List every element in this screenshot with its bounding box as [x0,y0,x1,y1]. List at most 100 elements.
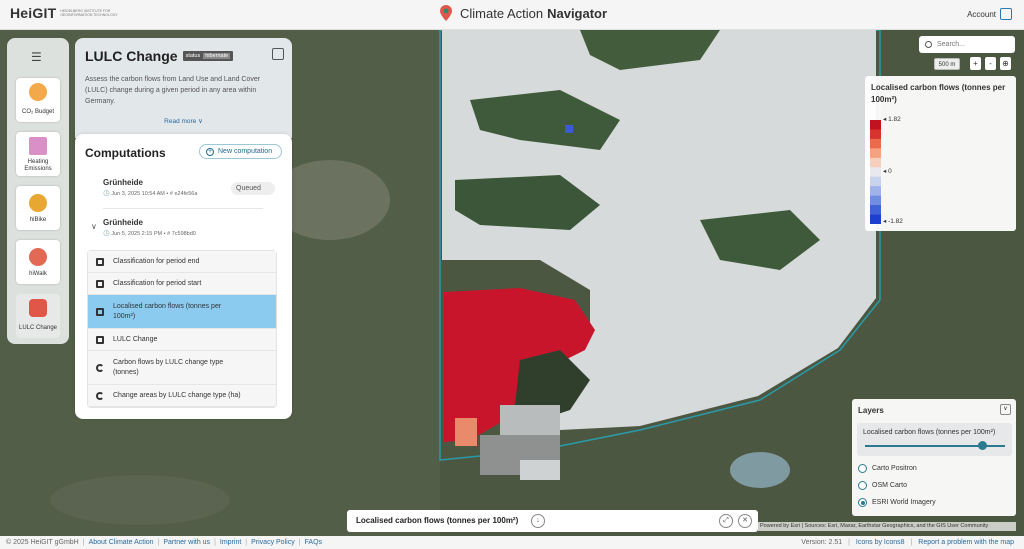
heigit-logo[interactable]: HeiGIT HEIDELBERG INSTITUTE FOR GEOINFOR… [10,5,120,21]
opacity-slider-handle[interactable] [978,441,987,450]
legend-color-step [870,138,881,149]
separator: | [157,539,160,546]
legend-color-step [870,195,881,206]
rail-item-label: LULC Change [18,325,58,331]
icons-credit-link[interactable]: Icons by Icons8 [856,539,905,546]
basemap-label: ESRI World Imagery [872,499,936,506]
app-footer: © 2025 HeiGIT gGmbH | About Climate Acti… [0,536,1024,549]
footer-link-imprint[interactable]: Imprint [220,539,241,546]
chevron-down-icon[interactable]: ∨ [1000,404,1011,415]
image-icon [96,257,104,266]
plus-icon: + [206,147,214,156]
divider [103,208,263,209]
image-icon [96,335,104,344]
close-icon[interactable]: ✕ [738,514,752,528]
result-item[interactable]: Classification for period end [88,251,276,273]
globe-icon[interactable]: ⊕ [1000,57,1011,70]
user-icon [1000,8,1012,20]
basemap-option-carto-positron[interactable]: Carto Positron [858,464,917,473]
zoom-out-button[interactable]: - [985,57,996,70]
app-header: HeiGIT HEIDELBERG INSTITUTE FOR GEOINFOR… [0,0,1024,30]
layers-panel: Layers ∨ Localised carbon flows (tonnes … [852,399,1016,516]
rail-item-co2-budget[interactable]: CO₂ Budget [16,78,60,122]
legend-color-step [870,214,881,224]
chevron-down-icon[interactable]: ∨ [91,222,97,231]
active-layer-label: Localised carbon flows (tonnes per 100m²… [863,429,996,436]
radio-button-selected[interactable] [858,498,867,507]
computation-run[interactable]: Grünheide 🕓 Jun 5, 2025 2:15 PM • # 7c59… [103,218,273,237]
plugin-description: Assess the carbon flows from Land Use an… [85,76,261,105]
chart-icon [96,363,104,372]
legend-min-label: ◂ -1.82 [883,218,903,225]
copyright: © 2025 HeiGIT gGmbH [6,539,79,546]
version: Version: 2.51 [801,539,843,546]
plugin-title-text: LULC Change [85,48,178,64]
separator: | [848,539,850,546]
result-label: Classification for period start [113,280,202,287]
results-list: Classification for period end Classifica… [87,250,277,408]
active-layer-title: Localised carbon flows (tonnes per 100m²… [356,516,519,525]
computations-title: Computations [85,146,166,160]
app-title[interactable]: Climate Action Navigator [440,5,607,21]
plugin-description-panel: LULC Change status hibernate Assess the … [75,38,292,138]
footer-link-faqs[interactable]: FAQs [305,539,323,546]
legend-color-step [870,120,881,130]
rail-item-hibike[interactable]: hiBike [16,186,60,230]
map-search-input[interactable]: Search... [919,36,1015,53]
plugin-title: LULC Change status hibernate [85,48,282,64]
rail-item-hiwalk[interactable]: hiWalk [16,240,60,284]
queued-status-badge: Queued [231,182,275,195]
hamburger-menu-icon[interactable]: ☰ [31,50,42,64]
radio-button[interactable] [858,464,867,473]
map-legend: Localised carbon flows (tonnes per 100m²… [865,76,1016,231]
basemap-label: OSM Carto [872,482,908,489]
zoom-in-button[interactable]: + [970,57,981,70]
separator: | [298,539,301,546]
radiator-icon [29,137,47,155]
result-label: Change areas by LULC change type (ha) [113,392,241,399]
footer-link-about[interactable]: About Climate Action [89,539,154,546]
legend-color-step [870,167,881,178]
radio-button[interactable] [858,481,867,490]
walk-icon [29,248,47,266]
search-placeholder: Search... [937,41,966,48]
rail-item-label: hiBike [29,217,47,223]
account-button[interactable]: Account [967,8,1012,20]
result-item[interactable]: Classification for period start [88,273,276,295]
account-label: Account [967,9,996,19]
scale-bar: 500 m [934,58,960,70]
computations-panel: Computations + New computation Grünheide… [75,134,292,419]
run-meta: 🕓 Jun 5, 2025 2:15 PM • # 7c598bd0 [103,231,196,237]
layers-title: Layers [858,406,884,415]
result-label: Carbon flows by LULC change type (tonnes… [113,358,224,376]
separator: | [82,539,85,546]
legend-color-step [870,148,881,159]
legend-color-ramp [870,120,881,224]
footer-link-partner[interactable]: Partner with us [163,539,210,546]
footer-right: Version: 2.51 | Icons by Icons8 | Report… [801,539,1014,546]
rail-item-label: Heating Emissions [24,159,52,172]
lulc-icon [29,299,47,317]
result-item[interactable]: Carbon flows by LULC change type (tonnes… [88,351,276,385]
report-problem-link[interactable]: Report a problem with the map [918,539,1014,546]
legend-color-step [870,129,881,140]
rail-item-heating-emissions[interactable]: Heating Emissions [16,132,60,176]
collapse-panel-icon[interactable] [272,48,284,60]
footer-link-privacy[interactable]: Privacy Policy [251,539,295,546]
legend-color-step [870,157,881,168]
logo-text: HeiGIT [10,5,57,21]
new-computation-button[interactable]: + New computation [199,144,282,159]
basemap-option-osm-carto[interactable]: OSM Carto [858,481,907,490]
result-item-selected[interactable]: Localised carbon flows (tonnes per 100m²… [88,295,276,329]
download-icon[interactable]: ↓ [531,514,545,528]
legend-mid-label: ◂ 0 [883,168,892,175]
basemap-option-esri-world-imagery[interactable]: ESRI World Imagery [858,498,936,507]
read-more-link[interactable]: Read more ∨ [75,117,292,125]
logo-subtitle: HEIDELBERG INSTITUTE FOR GEOINFORMATION … [60,9,118,17]
expand-icon[interactable]: ⤢ [719,514,733,528]
result-item[interactable]: Change areas by LULC change type (ha) [88,385,276,407]
rail-item-lulc-change[interactable]: LULC Change [16,294,60,338]
active-layer-box: Localised carbon flows (tonnes per 100m²… [857,423,1012,456]
hourglass-icon [29,83,47,101]
result-item[interactable]: LULC Change [88,329,276,351]
